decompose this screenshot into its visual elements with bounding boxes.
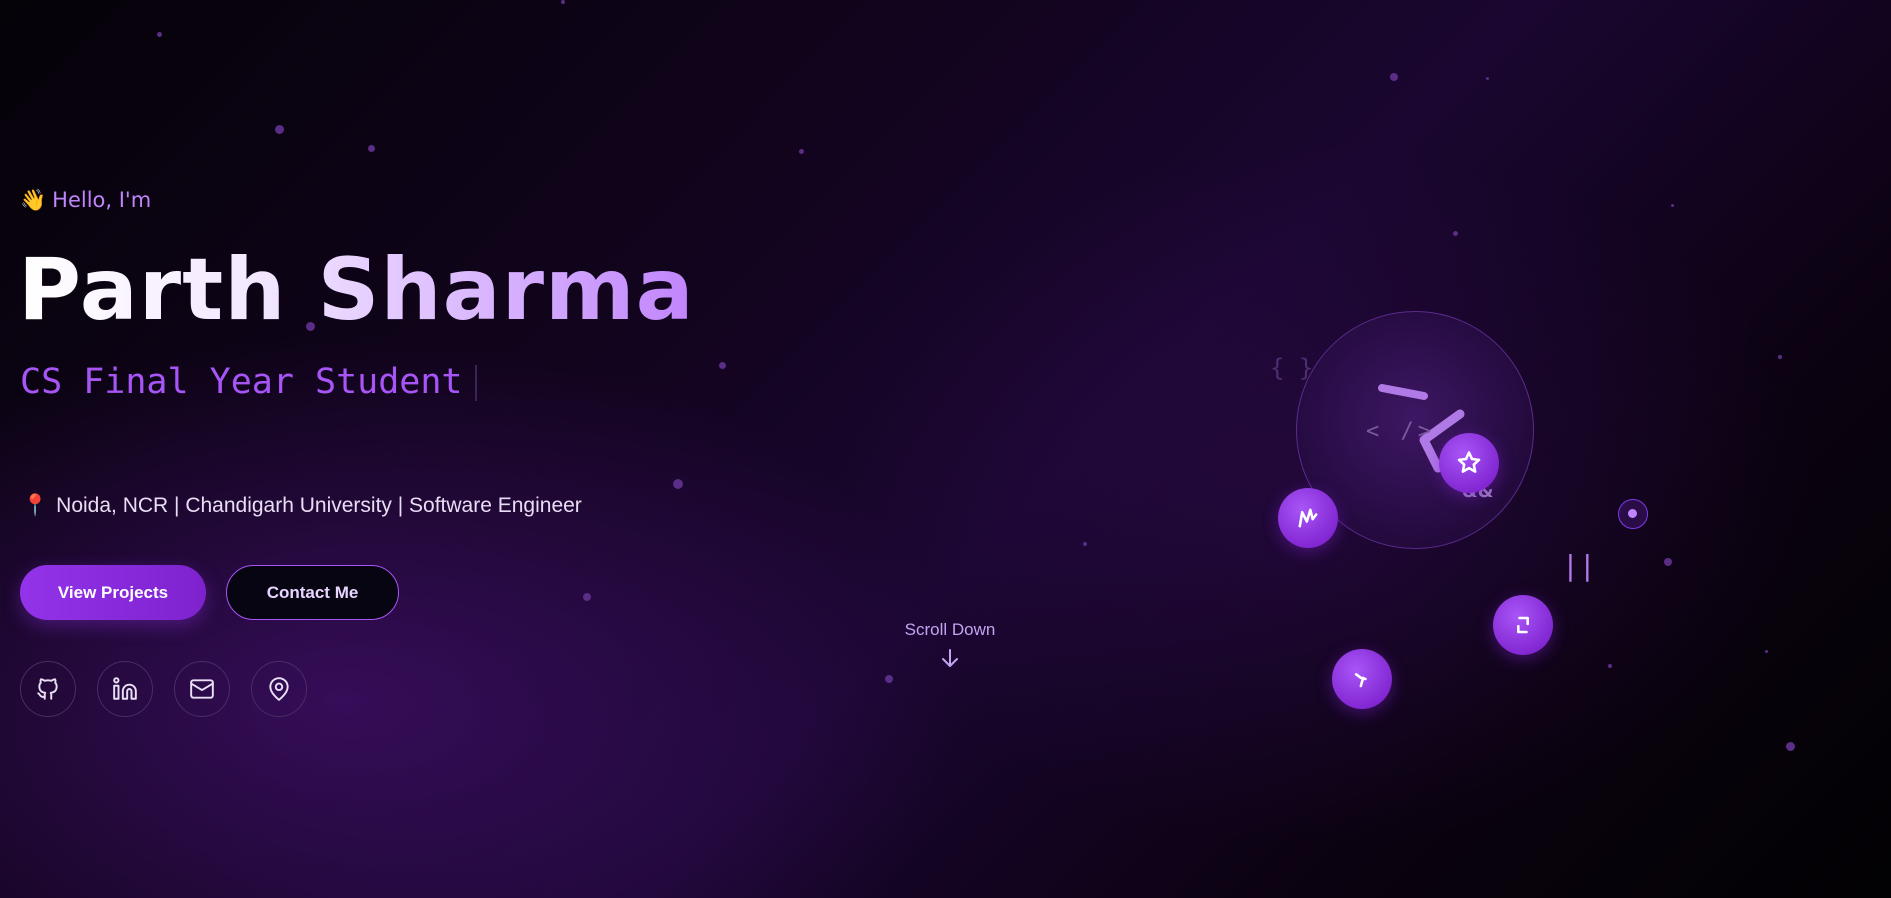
linkedin-link[interactable] [97,661,153,717]
particle [1778,355,1782,359]
greeting-text: Hello, I'm [52,188,152,212]
scroll-down-label: Scroll Down [904,620,996,639]
location-pin-icon: 📍 [22,494,49,517]
hero-role: CS Final Year Student [20,362,477,402]
particle [157,32,162,37]
scroll-down[interactable]: Scroll Down [903,620,997,674]
github-icon [37,678,58,700]
linkedin-icon [113,677,137,700]
typing-cursor [474,365,477,401]
particle [583,593,591,601]
particle [1671,204,1674,207]
expand-icon [1517,616,1529,634]
particle [275,125,284,134]
particle [1664,558,1672,566]
lightning-icon [1298,508,1318,528]
particle [1765,650,1768,653]
particle [1608,664,1612,668]
particle [1786,742,1795,751]
glow-ring [1618,499,1648,529]
map-pin-icon [269,677,289,701]
star-badge [1439,433,1499,493]
particle [799,149,804,154]
location-link[interactable] [251,661,307,717]
meta-text: Noida, NCR | Chandigarh University | Sof… [56,494,582,517]
lightning-badge [1278,488,1338,548]
arrow-down-icon [903,646,997,674]
particle [719,362,726,369]
particle [1390,73,1398,81]
spark-icon [1354,673,1367,688]
particle [1083,542,1087,546]
mail-link[interactable] [174,661,230,717]
github-link[interactable] [20,661,76,717]
greeting: 👋 Hello, I'm [20,188,151,213]
mail-icon [190,679,214,699]
role-text: CS Final Year Student [20,362,463,402]
particle [1486,77,1489,80]
contact-me-button[interactable]: Contact Me [226,565,399,620]
pipes-decoration: || [1562,549,1596,582]
hero-name: Parth Sharma [18,240,695,340]
particle [673,479,683,489]
particle [1453,231,1458,236]
view-projects-button[interactable]: View Projects [20,565,206,620]
orb-code-text: < /> [1366,419,1435,444]
particle [368,145,375,152]
particle [561,0,565,4]
particle [885,675,893,683]
wave-icon: 👋 [20,188,47,212]
hero-meta: 📍 Noida, NCR | Chandigarh University | So… [22,494,582,518]
expand-badge [1493,595,1553,655]
star-icon [1457,451,1481,473]
spark-badge [1332,649,1392,709]
